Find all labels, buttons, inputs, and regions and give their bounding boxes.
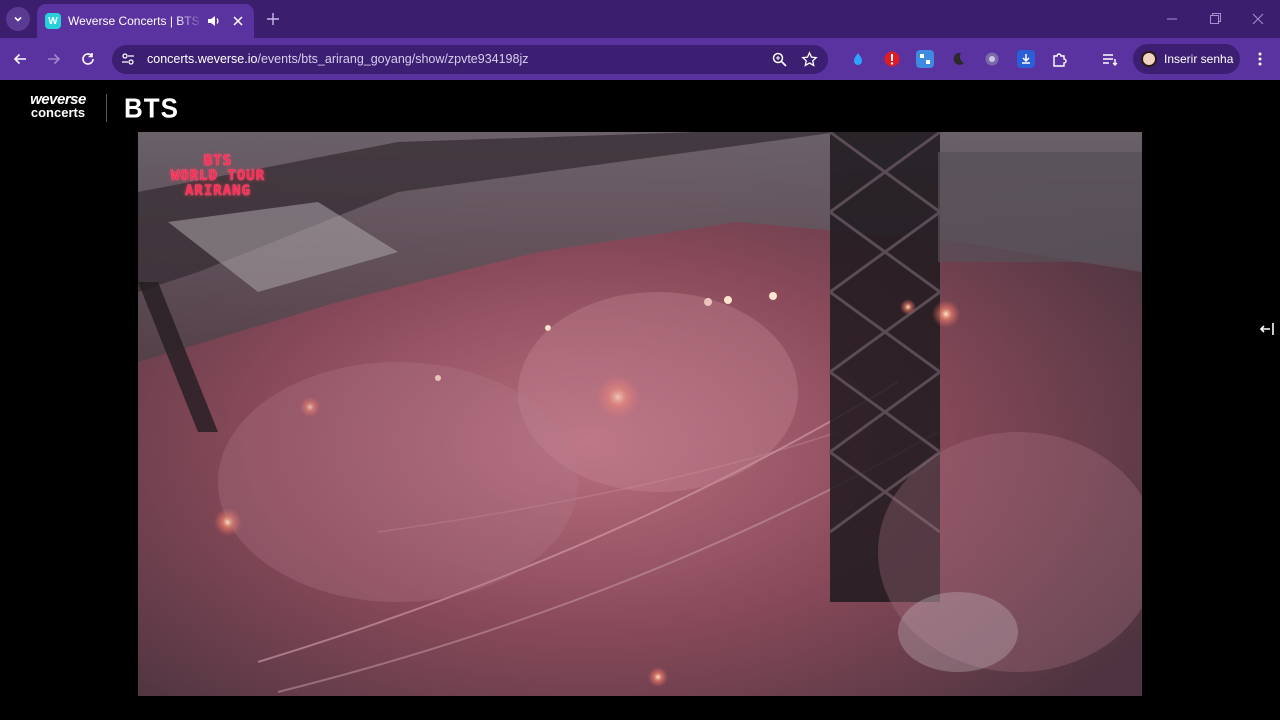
tour-logo-overlay: BTS WORLD TOUR ARIRANG xyxy=(166,154,270,199)
extension-moon-icon[interactable] xyxy=(949,50,967,68)
back-icon[interactable] xyxy=(10,49,30,69)
menu-icon[interactable] xyxy=(1251,50,1269,68)
weverse-concerts-logo[interactable]: weverse concerts xyxy=(21,92,95,120)
tab-title: Weverse Concerts | BTS WORLD TOUR ARIRAN… xyxy=(68,14,203,28)
extension-drop-icon[interactable] xyxy=(849,50,867,68)
panel-expand-icon[interactable] xyxy=(1258,320,1276,338)
extension-gear-icon[interactable] xyxy=(983,50,1001,68)
logo-divider xyxy=(106,94,107,122)
extension-download-icon[interactable] xyxy=(1017,50,1035,68)
avatar xyxy=(1141,51,1157,67)
zoom-icon[interactable] xyxy=(771,51,788,68)
reload-icon[interactable] xyxy=(78,49,98,69)
site-info-icon[interactable] xyxy=(120,51,136,67)
url-text[interactable]: concerts.weverse.io/events/bts_arirang_g… xyxy=(147,52,528,66)
forward-icon[interactable] xyxy=(44,49,64,69)
extensions-icon[interactable] xyxy=(1051,50,1069,68)
extension-puzzle-blue-icon[interactable] xyxy=(916,50,934,68)
url-path: /events/bts_arirang_goyang/show/zpvte934… xyxy=(257,52,529,66)
tab-search-icon[interactable] xyxy=(6,7,30,31)
weverse-favicon-icon: W xyxy=(45,13,61,29)
artist-name[interactable]: BTS xyxy=(124,92,179,125)
restore-icon[interactable] xyxy=(1206,10,1224,28)
logo-line-concerts: concerts xyxy=(30,105,86,120)
concert-video-frame[interactable] xyxy=(138,132,1142,696)
page-content: weverse concerts BTS BTS WORLD TOUR ARIR… xyxy=(0,80,1280,720)
profile-label: Inserir senha xyxy=(1164,52,1234,66)
tour-logo-line-1: BTS xyxy=(203,153,233,169)
bookmark-star-icon[interactable] xyxy=(801,51,818,68)
reading-list-icon[interactable] xyxy=(1101,50,1119,68)
tab-active[interactable]: W Weverse Concerts | BTS WORLD TOUR ARIR… xyxy=(37,4,254,38)
audio-playing-icon[interactable] xyxy=(206,13,222,29)
close-window-icon[interactable] xyxy=(1249,10,1267,28)
extension-shield-icon[interactable] xyxy=(883,50,901,68)
address-bar[interactable]: concerts.weverse.io/events/bts_arirang_g… xyxy=(112,45,828,74)
video-player[interactable]: BTS WORLD TOUR ARIRANG xyxy=(138,132,1142,696)
profile-button[interactable]: Inserir senha xyxy=(1133,44,1240,74)
tab-strip: W Weverse Concerts | BTS WORLD TOUR ARIR… xyxy=(0,0,1280,38)
minimize-icon[interactable] xyxy=(1163,10,1181,28)
tour-logo-line-2: WORLD TOUR xyxy=(170,168,266,184)
tour-logo-line-3: ARIRANG xyxy=(184,183,251,199)
url-host: concerts.weverse.io xyxy=(147,52,258,66)
close-tab-icon[interactable] xyxy=(230,13,246,29)
new-tab-icon[interactable] xyxy=(264,10,282,28)
